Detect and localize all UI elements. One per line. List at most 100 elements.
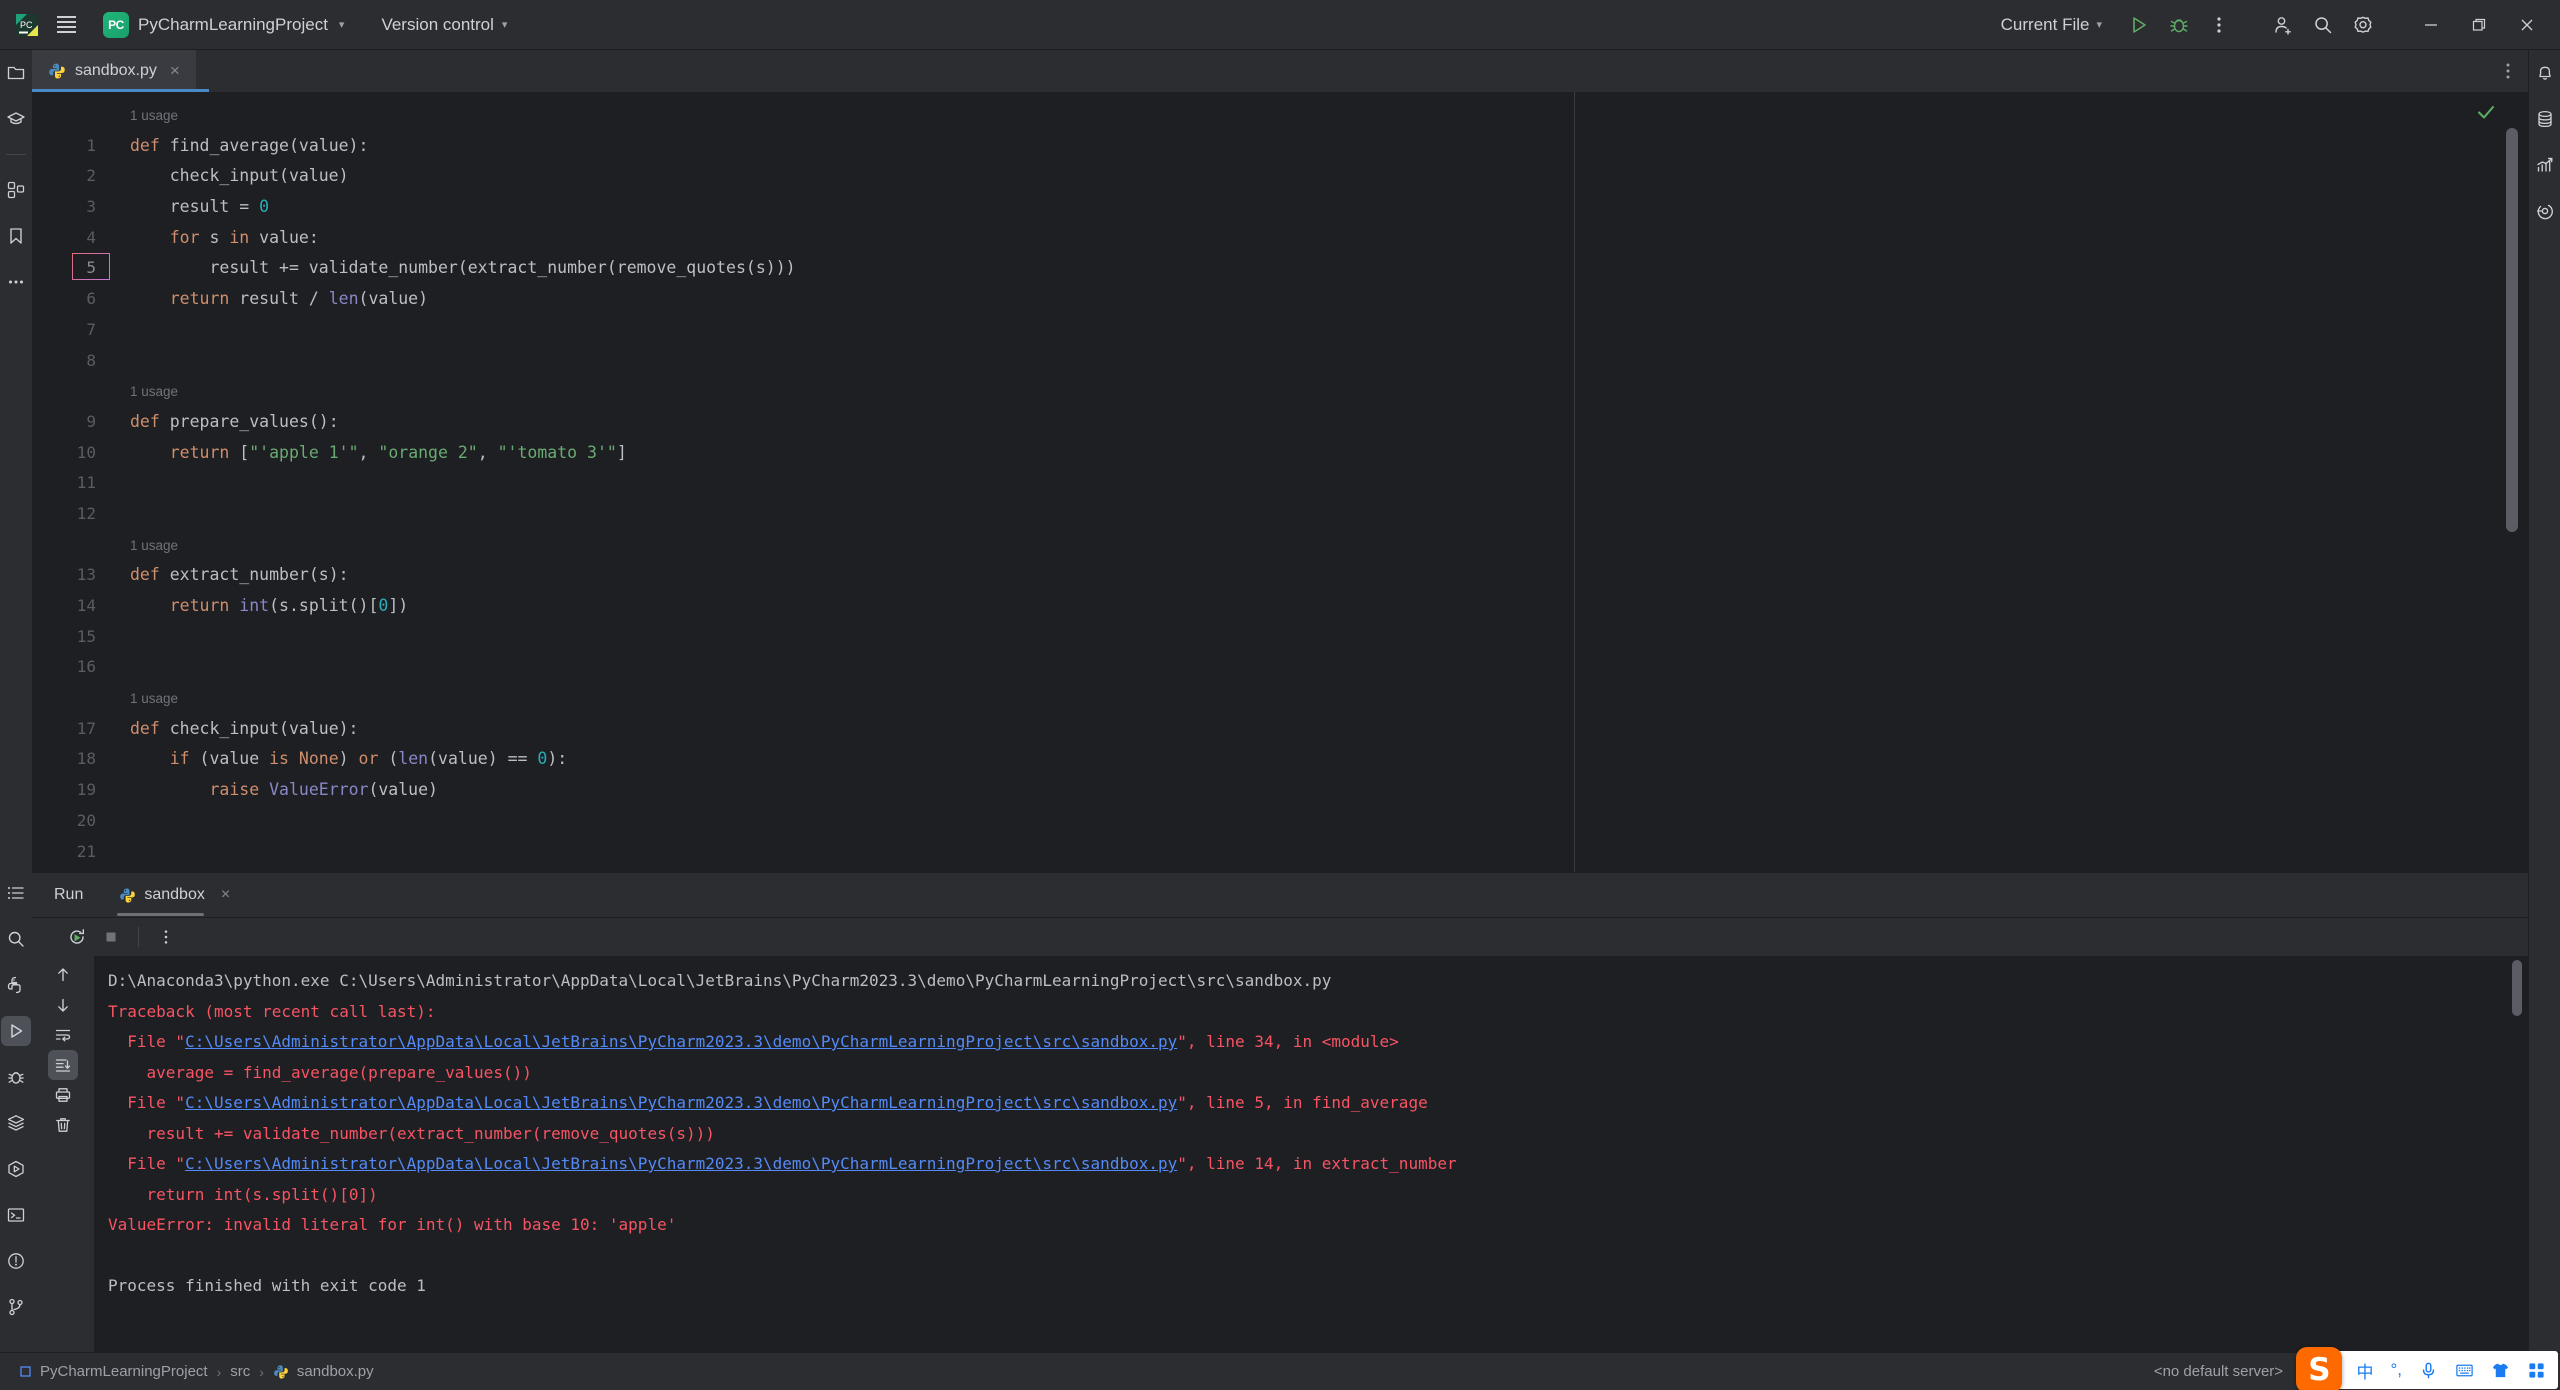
breadcrumb-project[interactable]: PyCharmLearningProject — [14, 1360, 213, 1383]
main-menu-button[interactable] — [46, 5, 86, 45]
gutter-line-number[interactable]: 14 — [32, 591, 110, 622]
run-tab-sandbox[interactable]: sandbox × — [111, 873, 238, 917]
gutter-line-number[interactable]: 10 — [32, 438, 110, 469]
code-line[interactable] — [110, 468, 2528, 499]
sidebar-item-more[interactable] — [1, 267, 31, 297]
editor-tab-close-icon[interactable]: × — [166, 61, 184, 81]
code-editor[interactable]: 123456789101112131415161718192021 1 usag… — [32, 92, 2528, 872]
code-line[interactable]: for s in value: — [110, 223, 2528, 254]
gutter-line-number[interactable]: 19 — [32, 775, 110, 806]
scroll-to-end-icon[interactable] — [48, 1050, 78, 1080]
code-line[interactable] — [110, 652, 2528, 683]
sidebar-item-project[interactable] — [1, 58, 31, 88]
run-more-actions-icon[interactable] — [151, 922, 181, 952]
gutter-line-number[interactable]: 4 — [32, 223, 110, 254]
sidebar-item-terminal[interactable] — [1, 1200, 31, 1230]
editor-tab-options[interactable] — [2498, 50, 2528, 92]
stop-icon[interactable] — [96, 922, 126, 952]
console-scrollbar[interactable] — [2512, 960, 2522, 1016]
code-line[interactable]: return ["'apple 1'", "orange 2", "'tomat… — [110, 438, 2528, 469]
sidebar-item-debug[interactable] — [1, 1062, 31, 1092]
gutter-line-number[interactable]: 13 — [32, 560, 110, 591]
code-vision-usage-hint[interactable]: 1 usage — [110, 376, 2528, 407]
gutter-line-number[interactable]: 6 — [32, 284, 110, 315]
code-line[interactable]: def find_average(value): — [110, 131, 2528, 162]
gutter-line-number[interactable]: 1 — [32, 131, 110, 162]
editor-gutter[interactable]: 123456789101112131415161718192021 — [32, 92, 110, 872]
breadcrumb-file[interactable]: sandbox.py — [268, 1360, 379, 1383]
code-line[interactable]: raise ValueError(value) — [110, 775, 2528, 806]
minimize-button[interactable] — [2408, 3, 2454, 47]
editor-scrollbar[interactable] — [2506, 128, 2518, 532]
console-file-link[interactable]: C:\Users\Administrator\AppData\Local\Jet… — [185, 1032, 1177, 1051]
code-line[interactable]: result = 0 — [110, 192, 2528, 223]
add-account-icon[interactable] — [2264, 6, 2302, 44]
console-file-link[interactable]: C:\Users\Administrator\AppData\Local\Jet… — [185, 1093, 1177, 1112]
run-button[interactable] — [2120, 6, 2158, 44]
sidebar-item-run[interactable] — [1, 1016, 31, 1046]
code-line[interactable] — [110, 837, 2528, 868]
sidebar-item-database[interactable] — [2530, 104, 2560, 134]
gutter-line-number[interactable]: 17 — [32, 714, 110, 745]
gear-icon[interactable] — [2344, 6, 2382, 44]
code-line[interactable] — [110, 499, 2528, 530]
sidebar-item-profiler[interactable] — [2530, 150, 2560, 180]
gutter-line-number[interactable]: 5 — [32, 253, 110, 284]
code-line[interactable]: def prepare_values(): — [110, 407, 2528, 438]
gutter-line-number[interactable]: 3 — [32, 192, 110, 223]
run-tab-close-icon[interactable]: × — [221, 886, 230, 904]
code-line[interactable]: def check_input(value): — [110, 714, 2528, 745]
code-line[interactable]: check_input(value) — [110, 161, 2528, 192]
gutter-line-number[interactable]: 21 — [32, 837, 110, 868]
gutter-line-number[interactable]: 16 — [32, 652, 110, 683]
sidebar-item-todo[interactable] — [1, 878, 31, 908]
sidebar-item-structure[interactable] — [1, 175, 31, 205]
breadcrumb-folder[interactable]: src — [225, 1360, 255, 1383]
editor-tab-sandbox[interactable]: sandbox.py × — [32, 50, 196, 92]
gutter-line-number[interactable]: 9 — [32, 407, 110, 438]
sidebar-item-notifications[interactable] — [2530, 58, 2560, 88]
search-icon[interactable] — [2304, 6, 2342, 44]
sidebar-item-services[interactable] — [1, 1108, 31, 1138]
ime-punctuation-mode[interactable]: °, — [2390, 1360, 2402, 1380]
sogou-logo-icon[interactable]: S — [2296, 1347, 2342, 1390]
close-button[interactable] — [2504, 3, 2550, 47]
code-line[interactable]: result += validate_number(extract_number… — [110, 253, 2528, 284]
grid-icon[interactable] — [2527, 1361, 2546, 1380]
more-actions-button[interactable] — [2200, 6, 2238, 44]
project-selector[interactable]: PC PyCharmLearningProject ▾ — [96, 7, 353, 43]
soft-wrap-icon[interactable] — [48, 1020, 78, 1050]
gutter-line-number[interactable]: 12 — [32, 499, 110, 530]
editor-code-area[interactable]: 1 usage def find_average(value): check_in… — [110, 92, 2528, 872]
console-file-link[interactable]: C:\Users\Administrator\AppData\Local\Jet… — [185, 1154, 1177, 1173]
trash-icon[interactable] — [48, 1110, 78, 1140]
code-vision-usage-hint[interactable]: 1 usage — [110, 683, 2528, 714]
code-line[interactable] — [110, 346, 2528, 377]
code-line[interactable]: return result / len(value) — [110, 284, 2528, 315]
code-line[interactable]: return int(s.split()[0]) — [110, 591, 2528, 622]
code-line[interactable] — [110, 622, 2528, 653]
sidebar-item-problems[interactable] — [1, 1246, 31, 1276]
sidebar-item-python-console[interactable] — [1, 970, 31, 1000]
gutter-line-number[interactable]: 18 — [32, 744, 110, 775]
sidebar-item-bookmarks[interactable] — [1, 221, 31, 251]
sidebar-item-history[interactable] — [2530, 196, 2560, 226]
maximize-button[interactable] — [2456, 3, 2502, 47]
scroll-up-icon[interactable] — [48, 960, 78, 990]
mic-icon[interactable] — [2419, 1361, 2438, 1380]
gutter-line-number[interactable]: 20 — [32, 806, 110, 837]
sidebar-item-learn[interactable] — [1, 104, 31, 134]
gutter-line-number[interactable]: 15 — [32, 622, 110, 653]
ime-language-mode[interactable]: 中 — [2356, 1358, 2373, 1383]
version-control-selector[interactable]: Version control ▾ — [371, 10, 517, 40]
keyboard-icon[interactable] — [2455, 1361, 2474, 1380]
code-vision-usage-hint[interactable]: 1 usage — [110, 530, 2528, 561]
status-default-server[interactable]: <no default server> — [2154, 1363, 2283, 1380]
inspection-status-icon[interactable] — [2474, 100, 2498, 124]
print-icon[interactable] — [48, 1080, 78, 1110]
rerun-icon[interactable] — [62, 922, 92, 952]
gutter-line-number[interactable]: 11 — [32, 468, 110, 499]
run-configuration-selector[interactable]: Current File ▾ — [1991, 10, 2112, 40]
sidebar-item-git[interactable] — [1, 1292, 31, 1322]
run-console-output[interactable]: D:\Anaconda3\python.exe C:\Users\Adminis… — [94, 956, 2528, 1352]
